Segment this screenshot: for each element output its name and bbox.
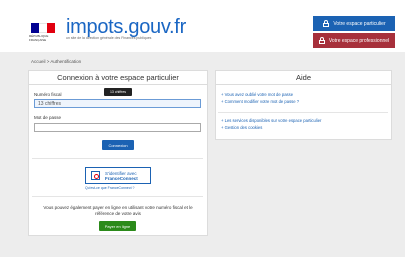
franceconnect-icon: [91, 171, 100, 180]
pay-online-button[interactable]: Payer en ligne: [99, 221, 136, 231]
divider: [32, 158, 203, 159]
fiscal-number-input[interactable]: 13 chiffres: [34, 99, 201, 108]
divider: [32, 196, 203, 197]
aide-link-services[interactable]: + Les services disponibles sur votre esp…: [221, 118, 321, 123]
fiscal-number-tooltip: 13 chiffres: [104, 88, 132, 96]
divider: [218, 112, 388, 113]
espace-particulier-button[interactable]: Votre espace particulier: [313, 16, 395, 31]
logo-tagline: un site de la direction générale des Fin…: [66, 36, 152, 40]
fiscal-number-label: Numéro fiscal: [34, 92, 62, 97]
espace-professionnel-button[interactable]: Votre espace professionnel: [313, 33, 395, 48]
password-label: Mot de passe: [34, 115, 62, 120]
lock-icon: [319, 37, 326, 44]
aide-title: Aide: [216, 71, 391, 85]
lock-icon: [322, 20, 329, 27]
password-input[interactable]: [34, 123, 201, 132]
site-header: RÉPUBLIQUE FRANÇAISE impots.gouv.fr un s…: [0, 0, 405, 52]
republic-label: RÉPUBLIQUE FRANÇAISE: [29, 34, 49, 42]
aide-link-change-password[interactable]: + Comment modifier votre mot de passe ?: [221, 99, 299, 104]
franceconnect-info-link[interactable]: Qu'est-ce que FranceConnect ?: [85, 186, 135, 190]
marianne-flag-icon: [31, 23, 55, 33]
impots-logo[interactable]: impots.gouv.fr: [66, 17, 186, 37]
aide-link-cookies[interactable]: + Gestion des cookies: [221, 125, 262, 130]
login-title: Connexion à votre espace particulier: [29, 71, 207, 85]
pay-online-text: Vous pouvez également payer en ligne en …: [43, 205, 193, 216]
aide-link-forgot-password[interactable]: + Vous avez oublié votre mot de passe: [221, 92, 293, 97]
breadcrumb: Accueil > Authentification: [31, 59, 82, 64]
connexion-button[interactable]: Connexion: [102, 140, 134, 150]
franceconnect-button[interactable]: S'identifier avec FranceConnect: [85, 167, 151, 184]
